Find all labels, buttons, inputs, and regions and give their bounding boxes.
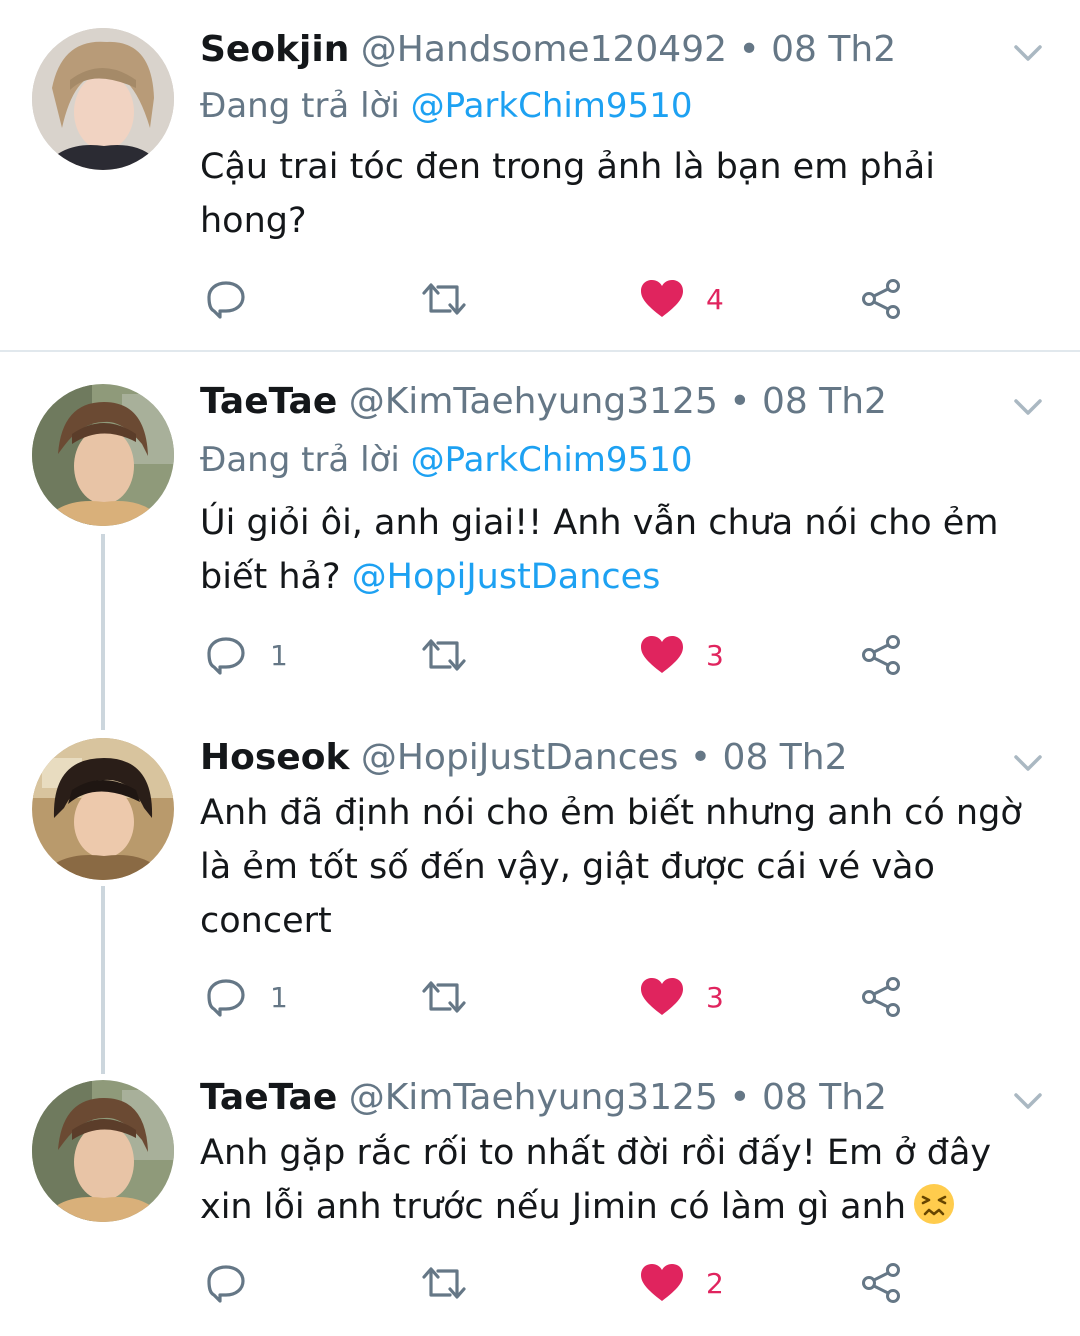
like-count: 3	[706, 980, 724, 1014]
user-handle[interactable]: @Handsome120492	[361, 29, 727, 70]
share-button[interactable]	[860, 972, 902, 1022]
mention-link[interactable]: @ParkChim9510	[411, 86, 693, 126]
like-count: 2	[706, 1266, 724, 1300]
user-handle[interactable]: @HopiJustDances	[361, 737, 679, 778]
retweet-button[interactable]	[420, 972, 468, 1022]
reply-button[interactable]: 1	[204, 972, 288, 1022]
retweet-button[interactable]	[420, 1258, 468, 1308]
separator-dot: •	[729, 1077, 751, 1118]
reply-count: 1	[270, 980, 288, 1014]
reply-icon	[207, 637, 245, 675]
share-button[interactable]	[860, 630, 902, 680]
tweet-header: TaeTae @KimTaehyung3125 • 08 Th2	[200, 378, 1000, 426]
share-button[interactable]	[860, 1258, 902, 1308]
replying-to-label: Đang trả lời	[200, 440, 400, 480]
separator-dot: •	[738, 29, 760, 70]
avatar[interactable]	[32, 28, 174, 170]
tweet-actions: 2	[0, 1258, 1080, 1308]
like-count: 4	[706, 282, 724, 316]
tweet[interactable]: Seokjin @Handsome120492 • 08 Th2 Đang tr…	[0, 0, 1080, 352]
user-handle[interactable]: @KimTaehyung3125	[349, 1077, 718, 1118]
heart-icon	[641, 1264, 683, 1301]
replying-to: Đang trả lời @ParkChim9510	[200, 436, 692, 484]
reply-button[interactable]: 1	[204, 630, 288, 680]
tweet-header: Seokjin @Handsome120492 • 08 Th2	[200, 26, 1000, 74]
tweet-date[interactable]: 08 Th2	[762, 381, 887, 422]
user-handle[interactable]: @KimTaehyung3125	[349, 381, 718, 422]
like-button[interactable]: 2	[640, 1258, 724, 1308]
share-icon	[862, 279, 900, 319]
reply-button[interactable]	[204, 1258, 270, 1308]
like-count: 3	[706, 638, 724, 672]
tweet-actions: 1 3	[0, 630, 1080, 680]
avatar[interactable]	[32, 1080, 174, 1222]
like-button[interactable]: 3	[640, 972, 724, 1022]
retweet-icon	[422, 283, 466, 315]
reply-count: 1	[270, 638, 288, 672]
chevron-down-icon[interactable]	[1008, 748, 1048, 778]
retweet-icon	[422, 1267, 466, 1299]
tweet[interactable]: TaeTae @KimTaehyung3125 • 08 Th2 Anh gặp…	[0, 1064, 1080, 1336]
chevron-down-icon[interactable]	[1008, 1086, 1048, 1116]
heart-icon	[641, 978, 683, 1015]
retweet-button[interactable]	[420, 274, 468, 324]
tweet-actions: 4	[0, 274, 1080, 324]
tweet-text-content: Anh gặp rắc rối to nhất đời rồi đấy! Em …	[200, 1133, 992, 1227]
like-button[interactable]: 3	[640, 630, 724, 680]
tweet-actions: 1 3	[0, 972, 1080, 1022]
heart-icon	[641, 280, 683, 317]
tweet[interactable]: TaeTae @KimTaehyung3125 • 08 Th2 Đang tr…	[0, 352, 1080, 708]
display-name[interactable]: Hoseok	[200, 737, 349, 778]
display-name[interactable]: TaeTae	[200, 381, 337, 422]
like-button[interactable]: 4	[640, 274, 724, 324]
reply-icon	[207, 979, 245, 1017]
tweet-text: Anh đã định nói cho ẻm biết nhưng anh có…	[200, 793, 1022, 941]
display-name[interactable]: TaeTae	[200, 1077, 337, 1118]
tweet-date[interactable]: 08 Th2	[771, 29, 896, 70]
avatar[interactable]	[32, 738, 174, 880]
reply-icon	[207, 1265, 245, 1303]
separator-dot: •	[729, 381, 751, 422]
chevron-down-icon[interactable]	[1008, 38, 1048, 68]
avatar[interactable]	[32, 384, 174, 526]
display-name[interactable]: Seokjin	[200, 29, 349, 70]
chevron-down-icon[interactable]	[1008, 392, 1048, 422]
retweet-button[interactable]	[420, 630, 468, 680]
replying-to-label: Đang trả lời	[200, 86, 400, 126]
tweet-text: Anh gặp rắc rối to nhất đời rồi đấy! Em …	[200, 1126, 1040, 1234]
share-icon	[862, 977, 900, 1017]
separator-dot: •	[689, 737, 712, 778]
reply-icon	[207, 281, 245, 319]
retweet-icon	[422, 981, 466, 1013]
tweet-date[interactable]: 08 Th2	[723, 737, 848, 778]
tweet[interactable]: Hoseok @HopiJustDances • 08 Th2 Anh đã đ…	[0, 708, 1080, 1064]
tweet-header: Hoseok @HopiJustDances • 08 Th2	[200, 734, 1000, 782]
persevering-face-emoji	[914, 1184, 954, 1224]
tweet-header: TaeTae @KimTaehyung3125 • 08 Th2	[200, 1074, 1000, 1122]
share-icon	[862, 635, 900, 675]
share-icon	[862, 1263, 900, 1303]
mention-link[interactable]: @HopiJustDances	[352, 557, 661, 597]
retweet-icon	[422, 639, 466, 671]
heart-icon	[641, 636, 683, 673]
reply-button[interactable]	[204, 274, 270, 324]
tweet-text: Cậu trai tóc đen trong ảnh là bạn em phả…	[200, 147, 935, 241]
tweet-text: Úi giỏi ôi, anh giai!! Anh vẫn chưa nói …	[200, 496, 1040, 604]
share-button[interactable]	[860, 274, 902, 324]
replying-to: Đang trả lời @ParkChim9510	[200, 82, 692, 130]
tweet-date[interactable]: 08 Th2	[762, 1077, 887, 1118]
mention-link[interactable]: @ParkChim9510	[411, 440, 693, 480]
